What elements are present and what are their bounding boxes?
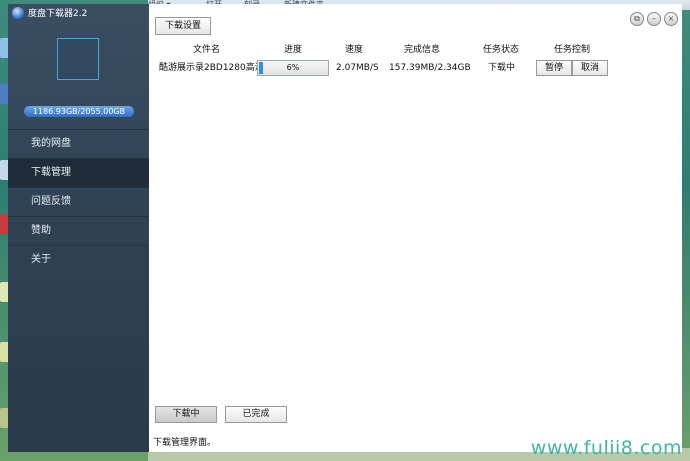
row-done-info: 157.39MB/2.34GB <box>389 63 471 73</box>
downloader-window: 度盘下载器2.2 1186.93GB/2055.00GB 我的网盘 下载管理 问… <box>8 4 682 452</box>
tab-downloading[interactable]: 下载中 <box>155 406 217 423</box>
sidebar-item-download-manager[interactable]: 下载管理 <box>8 158 149 187</box>
sidebar-item-about[interactable]: 关于 <box>8 245 149 274</box>
app-title-text: 度盘下载器2.2 <box>28 9 88 19</box>
header-speed: 速度 <box>345 45 364 55</box>
row-speed: 2.07MB/S <box>336 63 379 73</box>
sidebar-item-my-disk[interactable]: 我的网盘 <box>8 129 149 158</box>
app-title: 度盘下载器2.2 <box>12 6 87 19</box>
sidebar-item-feedback[interactable]: 问题反馈 <box>8 187 149 216</box>
cancel-button[interactable]: 取消 <box>572 60 608 76</box>
download-table: 文件名 进度 速度 完成信息 任务状态 任务控制 酷游展示录2BD1280高清 … <box>149 42 682 76</box>
minimize-icon[interactable]: – <box>647 12 661 26</box>
header-status: 任务状态 <box>483 45 520 55</box>
sidebar-nav: 我的网盘 下载管理 问题反馈 赞助 关于 <box>8 129 149 274</box>
download-settings-button[interactable]: 下载设置 <box>155 17 211 35</box>
pause-button[interactable]: 暂停 <box>536 60 572 76</box>
avatar <box>57 38 99 80</box>
main-panel: ⧉ – × 下载设置 文件名 进度 速度 完成信息 任务状态 任务控制 酷游展示… <box>149 4 682 452</box>
row-filename: 酷游展示录2BD1280高清 <box>159 63 264 73</box>
header-control: 任务控制 <box>554 45 591 55</box>
header-filename: 文件名 <box>193 45 221 55</box>
header-progress: 进度 <box>284 45 303 55</box>
row-status: 下载中 <box>488 63 516 73</box>
window-controls: ⧉ – × <box>630 12 678 26</box>
storage-quota-bar: 1186.93GB/2055.00GB <box>24 106 134 117</box>
restore-icon[interactable]: ⧉ <box>630 12 644 26</box>
header-done-info: 完成信息 <box>404 45 441 55</box>
table-header: 文件名 进度 速度 完成信息 任务状态 任务控制 <box>149 42 682 58</box>
app-logo-icon <box>12 6 24 19</box>
table-row[interactable]: 酷游展示录2BD1280高清 6% 2.07MB/S 157.39MB/2.34… <box>149 60 682 76</box>
sidebar: 度盘下载器2.2 1186.93GB/2055.00GB 我的网盘 下载管理 问… <box>8 4 149 452</box>
sidebar-item-sponsor[interactable]: 赞助 <box>8 216 149 245</box>
status-bar-text: 下载管理界面。 <box>153 438 217 448</box>
row-progress-bar: 6% <box>257 60 329 76</box>
tab-completed[interactable]: 已完成 <box>225 406 287 423</box>
close-icon[interactable]: × <box>664 12 678 26</box>
row-progress-text: 6% <box>286 63 300 72</box>
watermark-text: www.fulii8.com <box>530 437 682 459</box>
